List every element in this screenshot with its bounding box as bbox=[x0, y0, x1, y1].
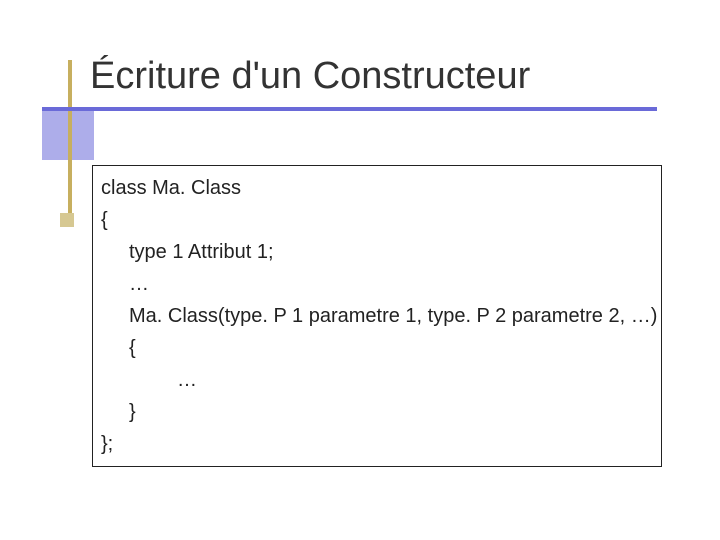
code-line: … bbox=[101, 364, 653, 396]
code-line: … bbox=[101, 268, 653, 300]
code-line: }; bbox=[101, 428, 653, 460]
slide-title: Écriture d'un Constructeur bbox=[90, 55, 680, 105]
decor-bullet-square bbox=[60, 213, 74, 227]
slide: Écriture d'un Constructeur class Ma. Cla… bbox=[0, 0, 720, 540]
code-box: class Ma. Class { type 1 Attribut 1; … M… bbox=[92, 165, 662, 467]
title-underline bbox=[42, 107, 657, 111]
code-line: class Ma. Class bbox=[101, 172, 653, 204]
code-line: { bbox=[101, 204, 653, 236]
code-line: Ma. Class(type. P 1 parametre 1, type. P… bbox=[101, 300, 653, 332]
code-line: { bbox=[101, 332, 653, 364]
decor-vertical-line bbox=[68, 60, 72, 220]
code-line: type 1 Attribut 1; bbox=[101, 236, 653, 268]
code-line: } bbox=[101, 396, 653, 428]
